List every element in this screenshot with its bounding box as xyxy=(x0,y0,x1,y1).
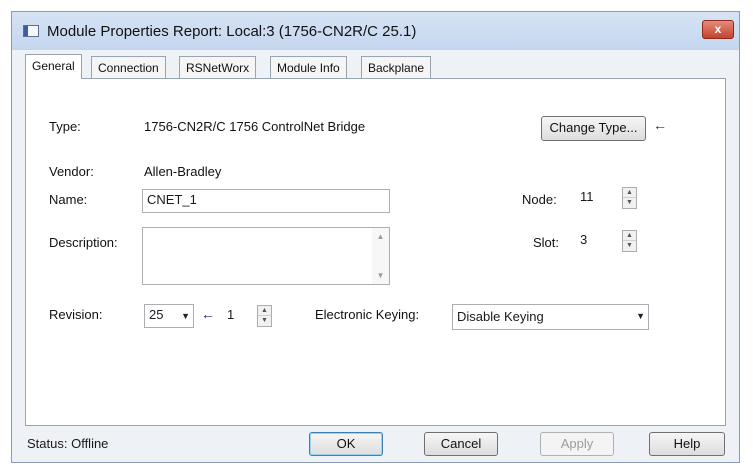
slot-input[interactable]: 3 xyxy=(575,229,619,253)
spin-down-icon[interactable]: ▼ xyxy=(623,198,636,208)
tab-module-info[interactable]: Module Info xyxy=(270,56,347,79)
name-label: Name: xyxy=(49,192,88,207)
electronic-keying-select[interactable]: Disable Keying ▼ xyxy=(452,304,649,330)
slot-label: Slot: xyxy=(533,235,560,250)
vendor-value: Allen-Bradley xyxy=(144,164,222,179)
tab-backplane[interactable]: Backplane xyxy=(361,56,432,79)
spin-down-icon[interactable]: ▼ xyxy=(623,241,636,251)
module-properties-dialog: Module Properties Report: Local:3 (1756-… xyxy=(11,11,740,463)
chevron-down-icon[interactable]: ▼ xyxy=(181,305,190,327)
electronic-keying-label: Electronic Keying: xyxy=(315,307,420,322)
apply-button[interactable]: Apply xyxy=(540,432,614,456)
revision-label: Revision: xyxy=(49,307,103,322)
slot-spinner[interactable]: ▲ ▼ xyxy=(622,230,637,252)
window-title: Module Properties Report: Local:3 (1756-… xyxy=(47,23,417,40)
description-label: Description: xyxy=(49,235,118,250)
tab-connection[interactable]: Connection xyxy=(91,56,166,79)
description-textarea[interactable]: ▲ ▼ xyxy=(142,227,390,285)
name-input[interactable]: CNET_1 xyxy=(142,189,390,213)
change-type-arrow-icon: ← xyxy=(653,117,667,133)
help-button[interactable]: Help xyxy=(649,432,725,456)
scroll-up-icon[interactable]: ▲ xyxy=(372,232,389,241)
revision-major-value: 25 xyxy=(149,307,164,322)
spin-up-icon[interactable]: ▲ xyxy=(623,231,636,241)
spin-down-icon[interactable]: ▼ xyxy=(258,316,271,326)
revision-minor-input[interactable]: 1 xyxy=(222,304,254,328)
revision-arrow-icon: ← xyxy=(201,306,215,322)
close-button[interactable]: x xyxy=(702,20,734,39)
chevron-down-icon[interactable]: ▼ xyxy=(636,305,645,327)
cancel-button[interactable]: Cancel xyxy=(424,432,498,456)
status-text: Status: Offline xyxy=(27,436,109,451)
ok-button[interactable]: OK xyxy=(309,432,383,456)
description-scrollbar[interactable]: ▲ ▼ xyxy=(372,228,389,284)
change-type-button[interactable]: Change Type... xyxy=(541,116,646,141)
spin-up-icon[interactable]: ▲ xyxy=(258,306,271,316)
revision-major-select[interactable]: 25 ▼ xyxy=(144,304,194,328)
window-app-icon xyxy=(23,25,39,37)
spin-up-icon[interactable]: ▲ xyxy=(623,188,636,198)
electronic-keying-value: Disable Keying xyxy=(457,309,544,324)
node-spinner[interactable]: ▲ ▼ xyxy=(622,187,637,209)
type-label: Type: xyxy=(49,119,81,134)
general-tab-panel: Type: 1756-CN2R/C 1756 ControlNet Bridge… xyxy=(25,78,726,426)
vendor-label: Vendor: xyxy=(49,164,94,179)
scroll-down-icon[interactable]: ▼ xyxy=(372,271,389,280)
title-bar[interactable]: Module Properties Report: Local:3 (1756-… xyxy=(12,12,739,50)
node-input[interactable]: 11 xyxy=(575,186,619,210)
type-value: 1756-CN2R/C 1756 ControlNet Bridge xyxy=(144,119,366,134)
revision-minor-spinner[interactable]: ▲ ▼ xyxy=(257,305,272,327)
tab-general[interactable]: General xyxy=(25,54,82,79)
node-label: Node: xyxy=(522,192,557,207)
tab-rsnetworx[interactable]: RSNetWorx xyxy=(179,56,257,79)
